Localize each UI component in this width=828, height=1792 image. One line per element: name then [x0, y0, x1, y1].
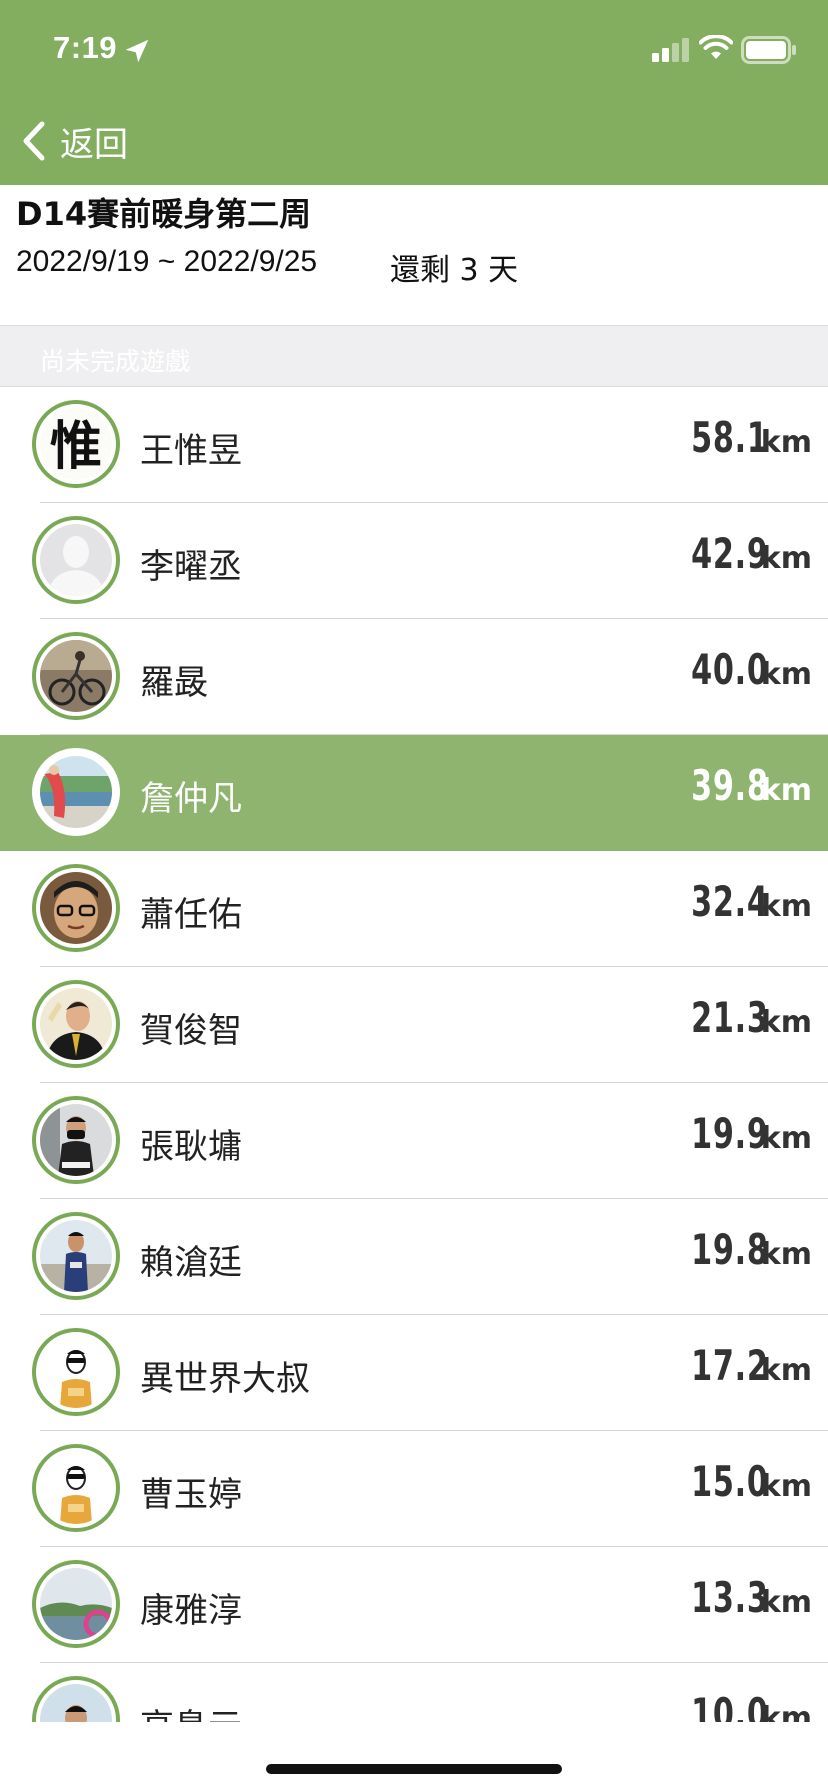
status-time: 7:19 — [53, 30, 118, 65]
avatar — [32, 1212, 120, 1300]
distance-value: 32.4 — [691, 877, 769, 926]
location-arrow-icon — [125, 39, 149, 63]
suit-portrait-avatar-icon — [40, 988, 112, 1060]
glasses-portrait-avatar-icon — [40, 872, 112, 944]
default-person-avatar-icon — [40, 524, 112, 596]
avatar — [32, 1676, 120, 1722]
distance: 40.0 km — [661, 645, 812, 694]
participant-name: 高島元 — [140, 1699, 242, 1722]
participant-name: 羅晸 — [140, 663, 208, 703]
avatar — [32, 864, 120, 952]
portrait-photo-avatar-icon — [40, 1684, 112, 1722]
participant-name: 王惟昱 — [140, 431, 242, 471]
avatar — [32, 748, 120, 836]
distance: 13.3 km — [661, 1573, 812, 1622]
cyclist-photo-avatar-icon — [40, 640, 112, 712]
participant-row[interactable]: 羅晸 40.0 km — [0, 619, 828, 735]
avatar — [32, 1560, 120, 1648]
distance-value: 19.9 — [691, 1109, 769, 1158]
avatar — [32, 632, 120, 720]
avatar — [32, 1328, 120, 1416]
participant-name: 賀俊智 — [140, 1011, 242, 1051]
masked-person-avatar-icon — [40, 1104, 112, 1176]
back-label: 返回 — [60, 124, 128, 165]
distance: 42.9 km — [661, 529, 812, 578]
game-date-range: 2022/9/19 ~ 2022/9/25 — [16, 245, 318, 278]
calligraphy-avatar-icon: 惟 — [40, 408, 112, 480]
distance: 21.3 km — [661, 993, 812, 1042]
distance-value: 58.1 — [691, 413, 769, 462]
distance-value: 15.0 — [691, 1457, 769, 1506]
avatar: 惟 — [32, 400, 120, 488]
participant-row[interactable]: 賀俊智 21.3 km — [0, 967, 828, 1083]
participant-name: 張耿墉 — [140, 1127, 242, 1167]
distance-value: 13.3 — [691, 1573, 769, 1622]
distance-value: 19.8 — [691, 1225, 769, 1274]
page-title: D14賽前暖身第二周 — [16, 195, 312, 233]
participant-row[interactable]: 蕭任佑 32.4 km — [0, 851, 828, 967]
wifi-icon — [699, 35, 733, 59]
avatar — [32, 980, 120, 1068]
cartoon-runner-avatar-icon — [40, 1336, 112, 1408]
distance-value: 39.8 — [691, 761, 769, 810]
participant-row[interactable]: 惟 王惟昱 58.1 km — [0, 387, 828, 503]
home-indicator[interactable] — [266, 1764, 562, 1774]
game-info: D14賽前暖身第二周 2022/9/19 ~ 2022/9/25 還剩 3 天 — [0, 185, 828, 325]
avatar — [32, 1444, 120, 1532]
cartoon-runner-avatar-icon — [40, 1452, 112, 1524]
avatar — [32, 1096, 120, 1184]
distance: 39.8 km — [661, 761, 812, 810]
section-header: 尚未完成遊戲 — [0, 325, 828, 387]
participant-name: 曹玉婷 — [140, 1475, 242, 1515]
participant-list[interactable]: 惟 王惟昱 58.1 km 李曜丞 42.9 km 羅晸 40.0 km 詹仲凡… — [0, 387, 828, 1722]
distance: 58.1 km — [661, 413, 812, 462]
participant-row[interactable]: 高島元 10.0 km — [0, 1663, 828, 1722]
distance-value: 21.3 — [691, 993, 769, 1042]
participant-name: 賴滄廷 — [140, 1243, 242, 1283]
participant-row[interactable]: 張耿墉 19.9 km — [0, 1083, 828, 1199]
days-remaining: 還剩 3 天 — [390, 253, 519, 288]
lake-photo-avatar-icon — [40, 1568, 112, 1640]
riverside-photo-avatar-icon — [40, 756, 112, 828]
distance: 19.8 km — [661, 1225, 812, 1274]
participant-name: 異世界大叔 — [140, 1359, 310, 1399]
distance: 10.0 km — [661, 1689, 812, 1722]
participant-row[interactable]: 賴滄廷 19.8 km — [0, 1199, 828, 1315]
participant-name: 李曜丞 — [140, 547, 242, 587]
participant-row-current-user[interactable]: 詹仲凡 39.8 km — [0, 735, 828, 851]
battery-icon — [741, 36, 796, 64]
distance: 19.9 km — [661, 1109, 812, 1158]
section-label: 尚未完成遊戲 — [40, 347, 191, 376]
signal-icon — [652, 38, 689, 62]
distance: 32.4 km — [661, 877, 812, 926]
participant-name: 康雅淳 — [140, 1591, 242, 1631]
participant-name: 蕭任佑 — [140, 895, 242, 935]
distance-value: 10.0 — [691, 1689, 769, 1722]
participant-row[interactable]: 李曜丞 42.9 km — [0, 503, 828, 619]
back-button[interactable]: 返回 — [20, 116, 128, 166]
chevron-left-icon — [23, 121, 45, 161]
navigation-bar: 7:19 返回 — [0, 0, 828, 185]
participant-row[interactable]: 康雅淳 13.3 km — [0, 1547, 828, 1663]
participant-row[interactable]: 曹玉婷 15.0 km — [0, 1431, 828, 1547]
distance-value: 40.0 — [691, 645, 769, 694]
participant-name: 詹仲凡 — [140, 779, 242, 819]
runner-photo-avatar-icon — [40, 1220, 112, 1292]
distance: 15.0 km — [661, 1457, 812, 1506]
avatar — [32, 516, 120, 604]
distance-value: 17.2 — [691, 1341, 769, 1390]
distance: 17.2 km — [661, 1341, 812, 1390]
svg-text:惟: 惟 — [50, 416, 102, 477]
distance-value: 42.9 — [691, 529, 769, 578]
participant-row[interactable]: 異世界大叔 17.2 km — [0, 1315, 828, 1431]
